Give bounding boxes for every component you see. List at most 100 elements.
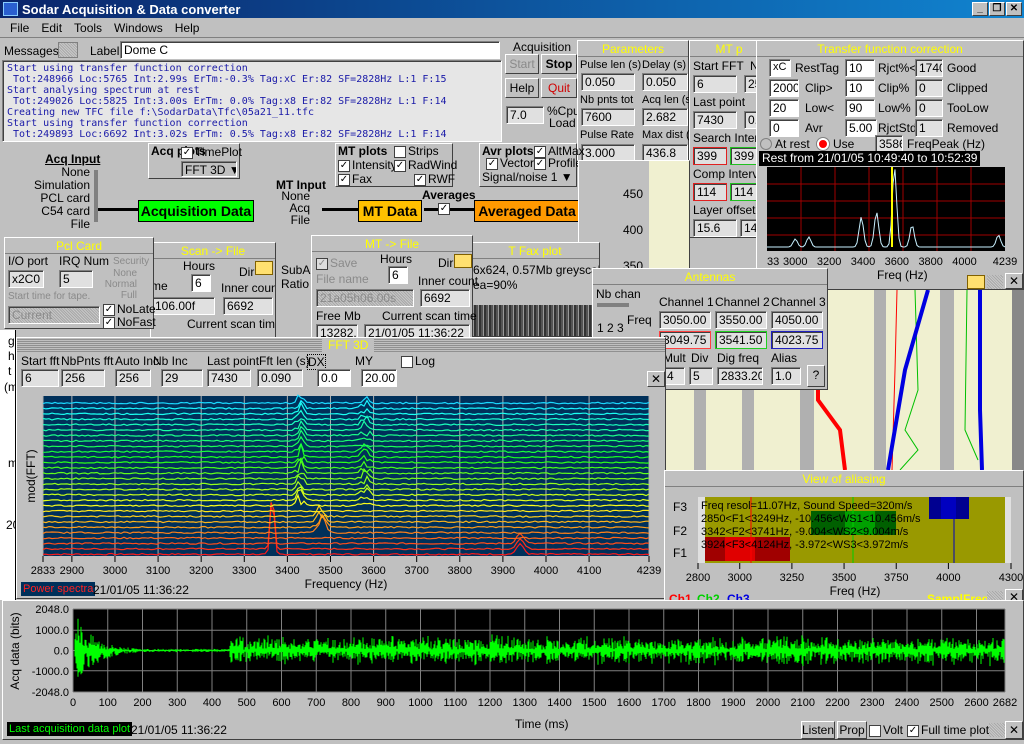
print-icon[interactable] [989,723,1005,737]
intensity-checkbox[interactable]: ✓ [338,159,350,172]
channel-2-freq[interactable]: 3550.00 [715,311,767,329]
at-rest-radio[interactable] [760,138,772,150]
log-checkbox[interactable] [401,355,413,368]
low-pct-field[interactable]: 90 [845,99,875,117]
low-field[interactable]: 20 [769,99,799,117]
acq-len-field[interactable]: 2.682 [642,108,688,126]
fax-checkbox[interactable]: ✓ [338,173,350,186]
start-button[interactable]: Start [505,54,539,74]
clip-field[interactable]: 2000 [769,79,799,97]
use-radio[interactable] [817,138,829,150]
delay-field[interactable]: 0.050 [642,73,688,91]
start-time-field[interactable]: Current [8,306,100,324]
acq-plot-select[interactable]: FFT 3D ▼ [181,161,237,177]
search-interval-1[interactable]: 399 [693,147,727,165]
cpu-load-value: 7.0 [506,106,544,124]
folder-icon[interactable] [967,275,985,289]
menu-bar: File Edit Tools Windows Help [0,18,1024,38]
pulse-len-field[interactable]: 0.050 [581,73,635,91]
mt-data-node[interactable]: MT Data [358,200,422,222]
help-button[interactable]: Help [505,78,539,98]
timeplot-close-icon[interactable]: ✕ [1005,721,1023,739]
my-field[interactable]: 20.00 [361,369,397,387]
last-point-field[interactable]: 7430 [693,111,737,129]
folder-icon[interactable] [255,261,273,275]
alias-info-line: 2850<F1<3249Hz, -10.456<WS1<10.456m/s [701,513,921,525]
menu-file[interactable]: File [4,21,35,35]
irq-field[interactable]: 5 [59,270,93,288]
dx-field[interactable]: 0.0 [317,369,351,387]
last-point-field[interactable]: 7430 [207,369,251,387]
nofast-checkbox[interactable]: ✓ [103,316,115,329]
close-button[interactable]: ✕ [1006,2,1022,16]
antennas-title: Antennas [593,269,827,285]
rest-tick-label: 4000 [952,256,976,268]
auto-inc-field[interactable]: 256 [115,369,151,387]
scan-hours-field[interactable]: 6 [191,274,211,292]
timeplot-xtick-label: 1300 [513,697,537,709]
timeplot-checkbox[interactable]: ✓ [181,146,193,159]
save-checkbox[interactable]: ✓ [316,257,328,270]
mult-field[interactable]: 4 [663,367,685,385]
channel-3-freq[interactable]: 4050.00 [771,311,823,329]
volt-checkbox[interactable] [869,724,881,737]
nb-pnts-field[interactable]: 7600 [581,108,635,126]
averaged-data-node[interactable]: Averaged Data [474,200,580,222]
print-icon[interactable] [58,42,78,58]
nbpnts-fft-field[interactable]: 256 [61,369,105,387]
acquisition-data-node[interactable]: Acquisition Data [138,200,254,222]
menu-windows[interactable]: Windows [108,21,169,35]
avr-plot-select[interactable]: Signal/noise 1 ▼ [482,170,574,186]
prop-button[interactable]: Prop [837,721,867,739]
clipped-label: Clipped [947,81,988,95]
averages-checkbox[interactable]: ✓ [438,203,450,215]
mt-hours-field[interactable]: 6 [388,266,408,284]
start-fft-field[interactable]: 6 [693,75,737,93]
rjct-pct-field[interactable]: 10 [845,59,875,77]
search-interval-label: Search Interv [693,131,765,145]
layer-offset-1[interactable]: 15.6 [693,219,737,237]
fft3d-title: FFT 3D [322,338,375,352]
nb-inc-field[interactable]: 29 [161,369,203,387]
security-full[interactable]: Full [101,290,137,301]
folder-icon[interactable] [454,254,472,268]
menu-tools[interactable]: Tools [68,21,108,35]
menu-edit[interactable]: Edit [35,21,68,35]
strips-checkbox[interactable] [394,145,406,158]
fft3d-close-icon[interactable]: ✕ [647,371,665,387]
quit-button[interactable]: Quit [541,78,577,98]
security-none[interactable]: None [101,268,137,279]
channel-1-freq[interactable]: 3050.00 [659,311,711,329]
acq-input-file[interactable]: File [20,218,90,231]
restore-button[interactable]: ❐ [989,2,1005,16]
rest-tag-field[interactable]: xC [769,59,791,77]
acq-input-slider[interactable] [94,170,98,222]
timeplot-xtick-label: 2500 [930,697,954,709]
comp-interval-1[interactable]: 114 [693,183,727,201]
radwind-checkbox[interactable]: ✓ [394,159,406,172]
low-label: Low< [805,101,835,115]
print-icon[interactable] [987,275,1003,289]
div-field[interactable]: 5 [689,367,713,385]
pulse-rate-label: Pulse Rate [580,129,634,141]
minimize-button[interactable]: _ [972,2,988,16]
close-icon[interactable]: ✕ [1005,273,1023,289]
stop-button[interactable]: Stop [541,54,577,74]
nb-chan-slider[interactable] [597,303,629,307]
clip-pct-field[interactable]: 10 [845,79,875,97]
antennas-help-button[interactable]: ? [807,365,825,387]
menu-help[interactable]: Help [169,21,206,35]
rwf-checkbox[interactable]: ✓ [414,173,426,186]
full-time-plot-checkbox[interactable]: ✓ [907,724,919,737]
listen-button[interactable]: Listen [801,721,835,739]
rjct-std-field[interactable]: 5.00 [845,119,877,137]
security-normal[interactable]: Normal [101,279,137,290]
start-fft-field[interactable]: 6 [21,369,59,387]
last-point-label: Last point [693,95,746,109]
mt-input-file[interactable]: File [270,214,310,226]
label-input[interactable]: Dome C [120,41,500,59]
avr-field[interactable]: 0 [769,119,799,137]
io-port-field[interactable]: x2C0 [8,270,44,288]
profile-checkbox[interactable]: ✓ [534,157,546,170]
vector-checkbox[interactable]: ✓ [486,157,498,170]
